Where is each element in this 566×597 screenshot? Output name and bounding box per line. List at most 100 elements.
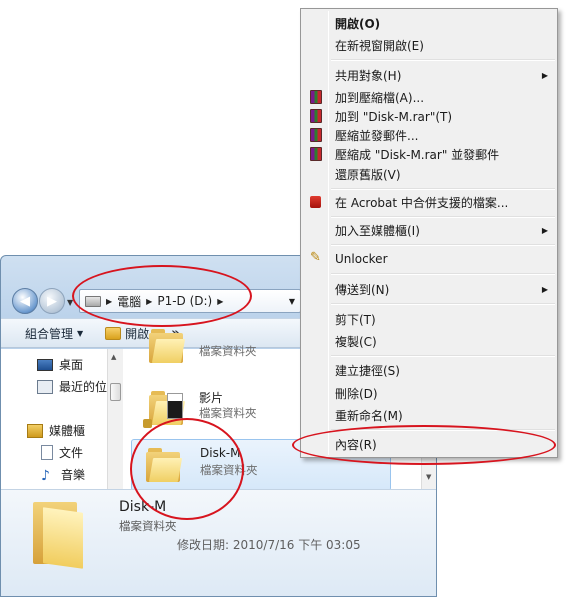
menu-item-label: 傳送到(N) (335, 282, 390, 297)
menu-item-label: 在新視窗開啟(E) (335, 38, 424, 53)
menu-item-properties[interactable]: 內容(R) (303, 433, 555, 455)
details-modified-date: 修改日期: 2010/7/16 下午 03:05 (177, 538, 361, 552)
nav-label: 最近的位 (59, 380, 108, 394)
menu-item-cut[interactable]: 剪下(T) (303, 308, 555, 330)
winrar-icon (310, 147, 322, 161)
menu-item-label: 還原舊版(V) (335, 167, 401, 182)
submenu-arrow-icon: ▶ (541, 225, 548, 235)
menu-item-label: Unlocker (335, 252, 388, 266)
nav-item-recent[interactable]: 最近的位 (37, 378, 107, 395)
nav-item-documents[interactable]: 文件 (41, 444, 83, 461)
details-pane: Disk-M 檔案資料夾 修改日期: 2010/7/16 下午 03:05 (1, 489, 436, 596)
address-bar[interactable]: ▶ 電腦 ▶ P1-D (D:) ▶ ▼ (79, 289, 301, 313)
documents-icon (41, 445, 53, 460)
winrar-icon (310, 109, 322, 123)
organize-label: 組合管理 (25, 326, 74, 341)
menu-separator (331, 216, 555, 218)
menu-item-include-in-library[interactable]: 加入至媒體櫃(I) ▶ (303, 219, 555, 241)
breadcrumb-computer[interactable]: 電腦 (117, 293, 141, 310)
menu-item-label: 剪下(T) (335, 312, 376, 327)
menu-separator (331, 303, 555, 305)
menu-item-label: 建立捷徑(S) (335, 363, 400, 378)
organize-button[interactable]: 組合管理 ▼ (25, 325, 83, 342)
nav-label: 媒體櫃 (49, 424, 86, 438)
scroll-up-icon[interactable]: ▲ (111, 353, 116, 361)
menu-item-share-with[interactable]: 共用對象(H) ▶ (303, 64, 555, 86)
context-menu: 開啟(O) 在新視窗開啟(E) 共用對象(H) ▶ 加到壓縮檔(A)... 加到… (300, 8, 558, 458)
menu-item-restore-previous[interactable]: 還原舊版(V) (303, 163, 555, 185)
nav-label: 音樂 (61, 468, 86, 482)
file-type: 檔案資料夾 (199, 344, 257, 358)
file-type: 檔案資料夾 (200, 463, 258, 477)
forward-button[interactable]: ▶ (39, 288, 65, 314)
navigation-pane-scrollbar[interactable]: ▲ (107, 349, 123, 489)
menu-item-compress-rar-email[interactable]: 壓縮成 "Disk-M.rar" 並發郵件 (303, 143, 555, 165)
menu-item-open[interactable]: 開啟(O) (303, 12, 555, 34)
menu-item-copy[interactable]: 複製(C) (303, 330, 555, 352)
back-button[interactable]: ◀ (12, 288, 38, 314)
chevron-right-icon[interactable]: ▶ (146, 297, 152, 306)
menu-separator (331, 273, 555, 275)
scroll-down-icon[interactable]: ▼ (426, 473, 431, 481)
lock-icon (143, 419, 152, 428)
menu-item-delete[interactable]: 刪除(D) (303, 382, 555, 404)
menu-item-label: 開啟(O) (335, 16, 381, 31)
menu-item-label: 內容(R) (335, 437, 377, 452)
menu-item-label: 加到壓縮檔(A)... (335, 90, 425, 105)
nav-item-music[interactable]: ♪ 音樂 (41, 466, 86, 484)
folder-open-icon (105, 326, 122, 340)
menu-item-label: 在 Acrobat 中合併支援的檔案... (335, 195, 509, 210)
menu-item-label: 共用對象(H) (335, 68, 402, 83)
menu-item-open-new-window[interactable]: 在新視窗開啟(E) (303, 34, 555, 56)
details-name: Disk-M (119, 499, 167, 515)
chevron-right-icon[interactable]: ▶ (106, 297, 112, 306)
nav-label: 文件 (59, 446, 84, 460)
nav-item-desktop[interactable]: 桌面 (37, 356, 83, 373)
back-arrow-icon: ◀ (20, 293, 30, 309)
chevron-right-icon[interactable]: ▶ (217, 297, 223, 306)
recent-places-icon (37, 379, 53, 394)
menu-item-label: 加到 "Disk-M.rar"(T) (335, 109, 453, 124)
file-name: 影片 (199, 391, 224, 405)
details-type: 檔案資料夾 (119, 519, 177, 533)
drive-icon (85, 295, 101, 307)
menu-separator (331, 59, 555, 61)
libraries-icon (27, 423, 43, 438)
submenu-arrow-icon: ▶ (541, 284, 548, 294)
menu-item-unlocker[interactable]: ✎ Unlocker (303, 248, 555, 270)
nav-label: 桌面 (59, 358, 84, 372)
menu-item-label: 壓縮成 "Disk-M.rar" 並發郵件 (335, 147, 500, 162)
menu-separator (331, 188, 555, 190)
acrobat-icon (310, 196, 321, 208)
magic-wand-icon: ✎ (310, 250, 321, 265)
menu-item-label: 刪除(D) (335, 386, 378, 401)
menu-item-label: 壓縮並發郵件... (335, 128, 419, 143)
navigation-pane: 桌面 最近的位 媒體櫃 文件 ♪ 音樂 視訊 (1, 349, 123, 504)
winrar-icon (310, 90, 322, 104)
menu-separator (331, 355, 555, 357)
desktop-icon (37, 358, 53, 371)
menu-separator (331, 244, 555, 246)
recent-pages-dropdown-icon[interactable]: ▼ (67, 298, 73, 307)
file-name: Disk-M (200, 446, 241, 460)
menu-item-send-to[interactable]: 傳送到(N) ▶ (303, 278, 555, 300)
address-dropdown-icon[interactable]: ▼ (289, 297, 295, 306)
scrollbar-thumb[interactable] (110, 383, 121, 401)
menu-item-acrobat-combine[interactable]: 在 Acrobat 中合併支援的檔案... (303, 191, 555, 213)
folder-icon (143, 321, 186, 369)
winrar-icon (310, 128, 322, 142)
breadcrumb-drive[interactable]: P1-D (D:) (157, 294, 212, 308)
menu-separator (331, 429, 555, 431)
menu-item-rename[interactable]: 重新命名(M) (303, 404, 555, 426)
chevron-down-icon: ▼ (77, 328, 84, 338)
music-note-icon: ♪ (41, 467, 50, 484)
submenu-arrow-icon: ▶ (541, 70, 548, 80)
menu-item-label: 複製(C) (335, 334, 377, 349)
nav-item-libraries[interactable]: 媒體櫃 (27, 422, 85, 439)
folder-icon (140, 440, 183, 488)
menu-item-create-shortcut[interactable]: 建立捷徑(S) (303, 359, 555, 381)
folder-icon (29, 496, 91, 569)
forward-arrow-icon: ▶ (47, 293, 57, 309)
menu-item-label: 加入至媒體櫃(I) (335, 223, 420, 238)
video-folder-icon (143, 383, 186, 431)
